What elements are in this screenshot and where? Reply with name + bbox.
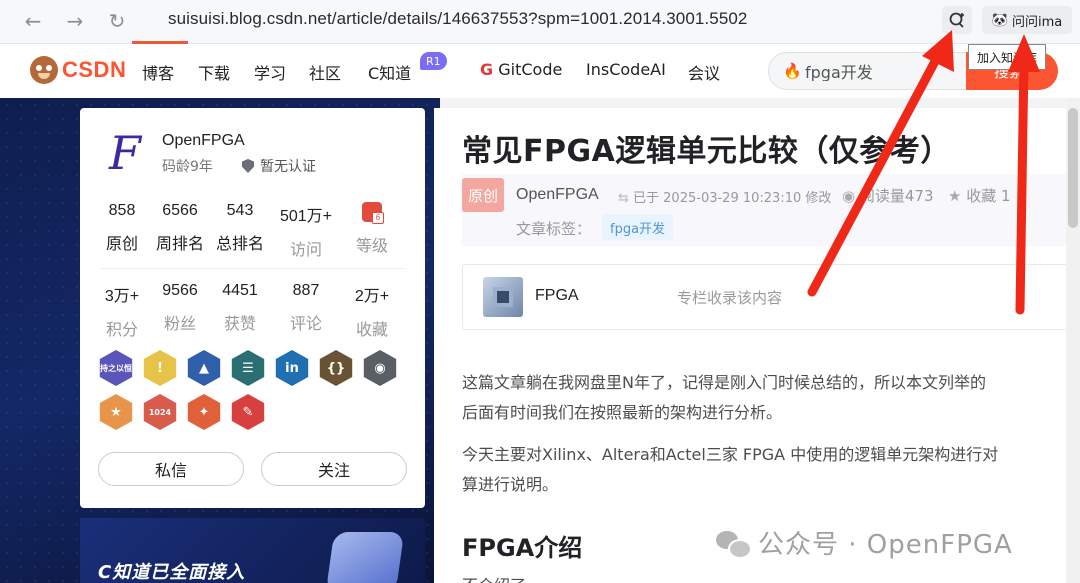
article-panel: 常见FPGA逻辑单元比较（仅参考） 原创 OpenFPGA ⇆ 已于 2025-… [434, 108, 1080, 583]
scrollbar-thumb[interactable] [1068, 108, 1078, 228]
stat-comments[interactable]: 887 评论 [270, 282, 342, 340]
fire-icon: 🔥 [783, 62, 802, 80]
meta-author[interactable]: OpenFPGA [516, 186, 599, 204]
nav-download[interactable]: 下载 [198, 60, 230, 84]
site-header: CSDN 博客 下载 学习 社区 C知道 R1 G GitCode InsCod… [0, 44, 1080, 98]
author-name[interactable]: OpenFPGA [162, 132, 245, 150]
nav-cknow[interactable]: C知道 [368, 60, 411, 84]
idea-badge-icon[interactable]: ! [143, 350, 177, 386]
certification: 暂无认证 [242, 156, 316, 176]
list-badge-icon[interactable]: ☰ [231, 350, 265, 386]
meta-time: ⇆ 已于 2025-03-29 10:23:10 修改 [618, 191, 832, 206]
chip-thumbnail-icon [483, 277, 523, 317]
stats-row-1: 858 原创 6566 周排名 543 总排名 501万+ 访问 等级 [80, 202, 425, 260]
article-tag[interactable]: fpga开发 [602, 214, 674, 240]
browser-toolbar: ← → ↻ suisuisi.blog.csdn.net/article/det… [0, 0, 1080, 44]
promo-cube-icon [325, 532, 405, 583]
linkedin-badge-icon[interactable]: in [275, 350, 309, 386]
nav-learn[interactable]: 学习 [254, 60, 286, 84]
star-icon: ★ [948, 187, 967, 205]
stat-level[interactable]: 等级 [342, 202, 402, 260]
article-title: 常见FPGA逻辑单元比较（仅参考） [462, 134, 951, 169]
star-badge-icon[interactable]: ★ [99, 394, 133, 430]
stat-original[interactable]: 858 原创 [94, 202, 150, 260]
gitcode-icon: G [480, 60, 494, 79]
medal-badge-icon[interactable]: ✦ [187, 394, 221, 430]
eye-icon: ◉ [842, 187, 860, 205]
csdn-logo[interactable]: CSDN [30, 56, 126, 84]
stats-row-2: 3万+ 积分 9566 粉丝 4451 获赞 887 评论 2万+ 收藏 [80, 282, 425, 340]
extension-icon[interactable] [942, 6, 972, 34]
pen-badge-icon[interactable]: ✎ [231, 394, 265, 430]
column-note: 专栏收录该内容 [677, 289, 783, 307]
edit-icon: ⇆ [618, 191, 634, 206]
r1-badge: R1 [420, 52, 447, 70]
divider [100, 268, 405, 269]
meta-reads: ◉ 阅读量473 [842, 187, 934, 205]
forward-icon[interactable]: → [62, 8, 88, 34]
stat-week-rank[interactable]: 6566 周排名 [150, 202, 210, 260]
section-heading: FPGA介绍 [462, 534, 583, 562]
nav-blog[interactable]: 博客 [142, 60, 174, 84]
rocket-badge-icon[interactable]: ▲ [187, 350, 221, 386]
ima-button[interactable]: 🐼 问问ima [982, 6, 1072, 34]
section-text: 不介绍了 [462, 572, 526, 583]
follow-button[interactable]: 关注 [261, 452, 407, 486]
back-icon[interactable]: ← [20, 8, 46, 34]
search-input[interactable] [805, 61, 955, 81]
meta-favorites[interactable]: ★ 收藏 1 [948, 185, 1011, 206]
nav-meeting[interactable]: 会议 [688, 60, 720, 84]
stat-favorites[interactable]: 2万+ 收藏 [342, 282, 402, 340]
code-badge-icon[interactable]: {} [319, 350, 353, 386]
original-badge: 原创 [462, 178, 504, 212]
promo-banner[interactable]: C知道已全面接入 [80, 518, 425, 583]
address-bar[interactable]: suisuisi.blog.csdn.net/article/details/1… [168, 9, 747, 29]
nav-inscode[interactable]: InsCodeAI [586, 60, 666, 79]
scrollbar[interactable] [1066, 98, 1080, 583]
shield-icon [242, 159, 254, 173]
nav-gitcode[interactable]: G GitCode [480, 60, 562, 79]
ranking-badge-icon[interactable]: 持之以恒 [99, 350, 133, 386]
tooltip: 加入知识库 [968, 44, 1047, 70]
paragraph-1: 这篇文章躺在我网盘里N年了，记得是刚入门时候总结的，所以本文列举的 后面有时间我… [462, 373, 986, 422]
article-meta: 原创 OpenFPGA ⇆ 已于 2025-03-29 10:23:10 修改 … [462, 174, 1080, 246]
column-name: FPGA [535, 287, 579, 304]
reload-icon[interactable]: ↻ [104, 8, 130, 34]
stat-fans[interactable]: 9566 粉丝 [150, 282, 210, 340]
code-age: 码龄9年 [162, 159, 213, 175]
wechat-watermark: 公众号 · OpenFPGA [716, 524, 1013, 561]
stat-likes[interactable]: 4451 获赞 [210, 282, 270, 340]
panda-icon: 🐼 [991, 12, 1008, 28]
paragraph-2: 今天主要对Xilinx、Altera和Actel三家 FPGA 中使用的逻辑单元… [462, 445, 999, 494]
avatar[interactable]: F [100, 126, 150, 180]
stat-points[interactable]: 3万+ 积分 [94, 282, 150, 340]
nav-community[interactable]: 社区 [309, 60, 341, 84]
github-badge-icon[interactable]: ◉ [363, 350, 397, 386]
1024-badge-icon[interactable]: 1024 [143, 394, 177, 430]
tag-label: 文章标签： [516, 220, 592, 238]
wechat-icon [716, 529, 752, 559]
badge-list: 持之以恒! ▲ ☰ in {} ◉ ★ 1024 ✦ ✎ [98, 350, 408, 430]
column-card[interactable]: FPGA 专栏收录该内容 [462, 264, 1080, 330]
stat-visits[interactable]: 501万+ 访问 [270, 202, 342, 260]
level-icon [362, 202, 384, 224]
monkey-logo-icon [30, 56, 58, 84]
message-button[interactable]: 私信 [98, 452, 244, 486]
stat-total-rank[interactable]: 543 总排名 [210, 202, 270, 260]
author-card: F OpenFPGA 码龄9年 暂无认证 858 原创 6566 周排名 543… [80, 108, 425, 508]
